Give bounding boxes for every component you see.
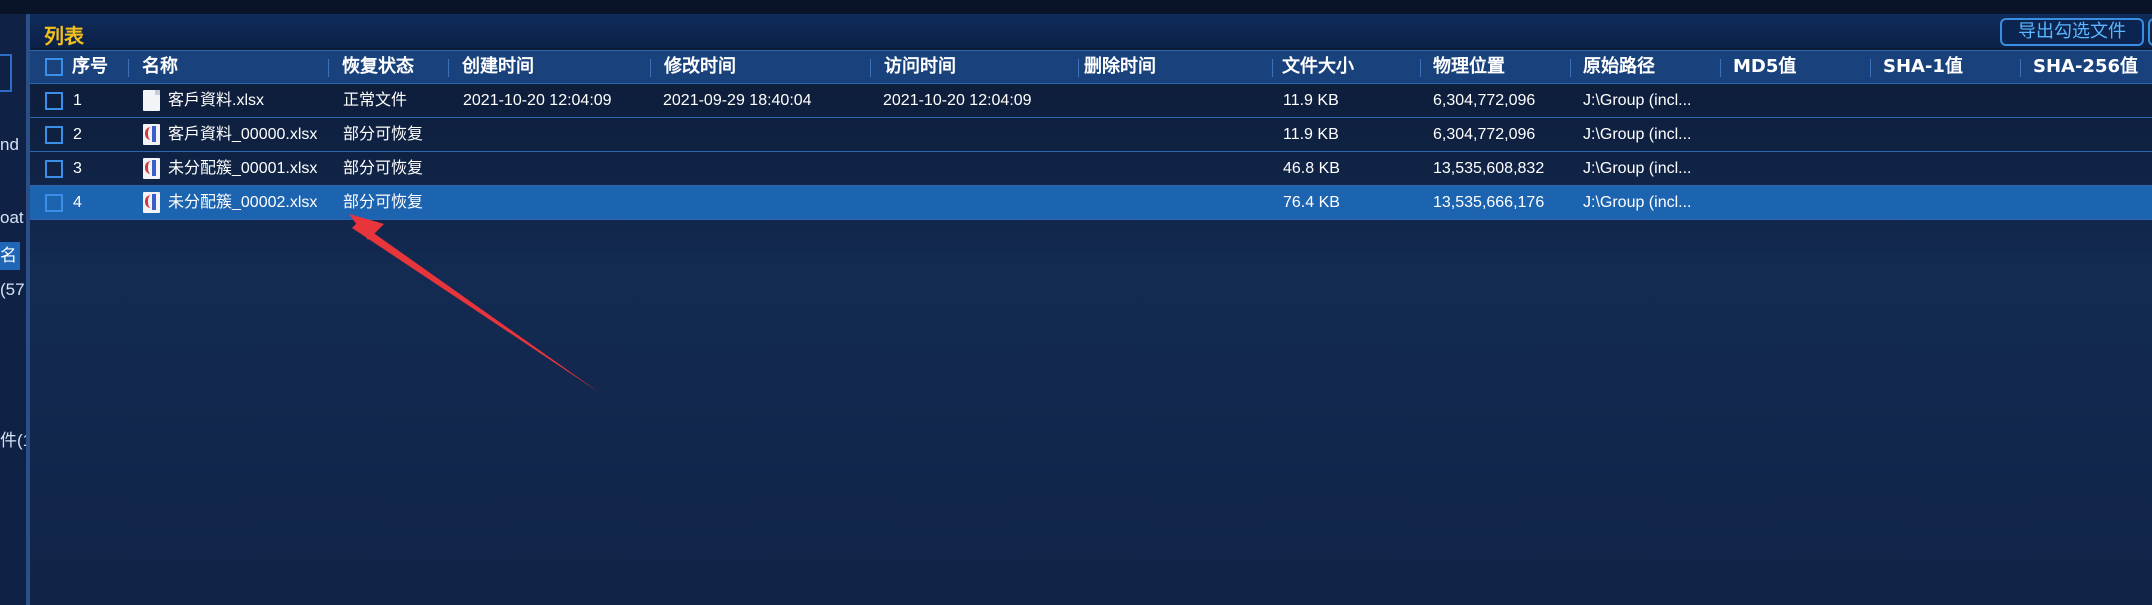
col-separator[interactable] <box>2020 59 2021 77</box>
row-status: 部分可恢复 <box>343 126 424 143</box>
row-size: 11.9 KB <box>1283 126 1339 143</box>
row-index: 4 <box>73 194 82 211</box>
row-checkbox[interactable] <box>45 126 63 144</box>
row-size: 11.9 KB <box>1283 92 1339 109</box>
row-modified: 2021-09-29 18:40:04 <box>663 92 812 109</box>
row-file-name: 客戶資料.xlsx <box>168 92 265 109</box>
col-modified[interactable]: 修改时间 <box>664 51 736 83</box>
col-separator[interactable] <box>650 59 651 77</box>
plain-file-icon <box>143 90 160 111</box>
col-size[interactable]: 文件大小 <box>1282 51 1354 83</box>
col-separator[interactable] <box>1272 59 1273 77</box>
tree-input-box[interactable] <box>0 54 12 92</box>
table-header: 序号 名称 恢复状态 创建时间 修改时间 访问时间 删除时间 文件大小 物理位置… <box>30 50 2152 84</box>
tree-panel: nd oat 名(4 (57 件(1 <box>0 14 28 605</box>
col-separator[interactable] <box>128 59 129 77</box>
list-panel: 列表 导出勾选文件 序号 名称 恢复状态 创建时间 修改时间 访问时间 删除时间… <box>28 14 2152 605</box>
row-checkbox[interactable] <box>45 194 63 212</box>
row-checkbox[interactable] <box>45 92 63 110</box>
col-separator[interactable] <box>1078 59 1079 77</box>
col-sha1[interactable]: SHA-1值 <box>1883 51 1963 83</box>
export-checked-files-button[interactable]: 导出勾选文件 <box>2000 18 2144 46</box>
col-path[interactable]: 原始路径 <box>1583 51 1655 83</box>
row-index: 1 <box>73 92 82 109</box>
excel-file-icon <box>143 158 160 179</box>
row-status: 部分可恢复 <box>343 194 424 211</box>
panel-title: 列表 <box>44 24 84 48</box>
top-strip <box>0 0 2152 14</box>
row-file-name: 未分配簇_00002.xlsx <box>168 194 318 211</box>
row-index: 3 <box>73 160 82 177</box>
app-window: nd oat 名(4 (57 件(1 列表 导出勾选文件 序号 名称 恢复状态 … <box>0 0 2152 605</box>
table-row[interactable]: 2 客戶資料_00000.xlsx 部分可恢复 11.9 KB 6,304,77… <box>30 118 2152 152</box>
excel-file-icon <box>143 124 160 145</box>
panel-title-bar: 列表 导出勾选文件 <box>30 14 2152 48</box>
col-index[interactable]: 序号 <box>72 51 108 83</box>
col-status[interactable]: 恢复状态 <box>342 51 414 83</box>
row-path: J:\Group (incl... <box>1583 126 1692 143</box>
tree-item-selected[interactable]: 名(4 <box>0 242 20 270</box>
row-status: 正常文件 <box>343 92 408 109</box>
col-separator[interactable] <box>1420 59 1421 77</box>
toolbar-button-cut[interactable] <box>2148 18 2152 46</box>
row-path: J:\Group (incl... <box>1583 160 1692 177</box>
col-sha256[interactable]: SHA-256值 <box>2033 51 2138 83</box>
col-separator[interactable] <box>448 59 449 77</box>
col-separator[interactable] <box>328 59 329 77</box>
row-location: 6,304,772,096 <box>1433 92 1536 109</box>
col-location[interactable]: 物理位置 <box>1433 51 1505 83</box>
tree-item-fragment[interactable]: nd <box>0 135 19 155</box>
tree-item-fragment[interactable]: 件(1 <box>0 426 26 451</box>
tree-item-fragment[interactable]: (57 <box>0 280 25 300</box>
col-separator[interactable] <box>1720 59 1721 77</box>
row-file-name: 未分配簇_00001.xlsx <box>168 160 318 177</box>
col-separator[interactable] <box>1570 59 1571 77</box>
row-location: 13,535,666,176 <box>1433 194 1545 211</box>
row-size: 76.4 KB <box>1283 194 1340 211</box>
col-separator[interactable] <box>1870 59 1871 77</box>
row-size: 46.8 KB <box>1283 160 1340 177</box>
col-created[interactable]: 创建时间 <box>462 51 534 83</box>
select-all-checkbox[interactable] <box>45 58 63 76</box>
row-path: J:\Group (incl... <box>1583 194 1692 211</box>
table-row[interactable]: 1 客戶資料.xlsx 正常文件 2021-10-20 12:04:09 202… <box>30 84 2152 118</box>
row-status: 部分可恢复 <box>343 160 424 177</box>
col-name[interactable]: 名称 <box>142 51 178 83</box>
table-row[interactable]: 3 未分配簇_00001.xlsx 部分可恢复 46.8 KB 13,535,6… <box>30 152 2152 186</box>
col-deleted[interactable]: 删除时间 <box>1084 51 1156 83</box>
row-location: 6,304,772,096 <box>1433 126 1536 143</box>
excel-file-icon <box>143 192 160 213</box>
col-accessed[interactable]: 访问时间 <box>884 51 956 83</box>
tree-item-fragment[interactable]: oat <box>0 208 24 228</box>
row-index: 2 <box>73 126 82 143</box>
row-path: J:\Group (incl... <box>1583 92 1692 109</box>
col-md5[interactable]: MD5值 <box>1733 51 1796 83</box>
col-separator[interactable] <box>870 59 871 77</box>
table-row-selected[interactable]: 4 未分配簇_00002.xlsx 部分可恢复 76.4 KB 13,535,6… <box>30 186 2152 220</box>
row-location: 13,535,608,832 <box>1433 160 1545 177</box>
row-checkbox[interactable] <box>45 160 63 178</box>
row-accessed: 2021-10-20 12:04:09 <box>883 92 1032 109</box>
row-file-name: 客戶資料_00000.xlsx <box>168 126 318 143</box>
row-created: 2021-10-20 12:04:09 <box>463 92 612 109</box>
